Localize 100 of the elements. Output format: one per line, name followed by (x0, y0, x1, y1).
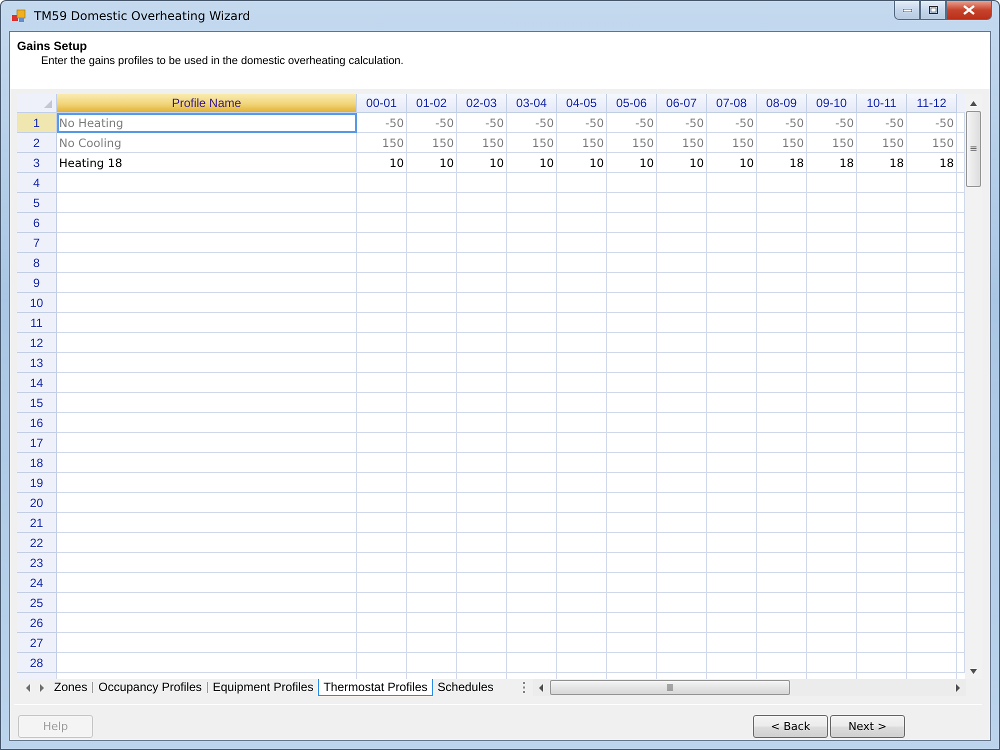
empty-cell[interactable] (757, 193, 807, 213)
empty-cell[interactable] (907, 233, 957, 253)
empty-cell[interactable] (707, 313, 757, 333)
row-header[interactable]: 3 (17, 153, 57, 173)
row-header[interactable]: 23 (17, 553, 57, 573)
empty-cell[interactable] (557, 333, 607, 353)
sheet-tab[interactable]: Zones (49, 679, 92, 696)
empty-cell[interactable] (407, 173, 457, 193)
empty-cell[interactable] (407, 273, 457, 293)
empty-cell[interactable] (657, 533, 707, 553)
empty-cell[interactable] (457, 413, 507, 433)
empty-cell[interactable] (707, 273, 757, 293)
empty-cell[interactable] (757, 233, 807, 253)
empty-cell[interactable] (407, 293, 457, 313)
empty-cell[interactable] (457, 293, 507, 313)
empty-cell[interactable] (557, 413, 607, 433)
empty-cell[interactable] (757, 273, 807, 293)
empty-cell[interactable] (857, 373, 907, 393)
empty-cell[interactable] (357, 413, 407, 433)
empty-cell[interactable] (607, 633, 657, 653)
empty-cell[interactable] (707, 293, 757, 313)
empty-cell[interactable] (557, 633, 607, 653)
empty-cell[interactable] (907, 213, 957, 233)
empty-cell[interactable] (707, 613, 757, 633)
empty-cell[interactable] (807, 433, 857, 453)
empty-cell[interactable] (407, 373, 457, 393)
row-header[interactable]: 24 (17, 573, 57, 593)
empty-cell[interactable] (807, 553, 857, 573)
empty-cell[interactable] (607, 353, 657, 373)
empty-cell[interactable] (507, 493, 557, 513)
empty-cell[interactable] (857, 653, 907, 673)
empty-cell[interactable] (857, 553, 907, 573)
empty-cell[interactable] (907, 473, 957, 493)
empty-cell[interactable] (457, 573, 507, 593)
row-header[interactable]: 27 (17, 633, 57, 653)
table-cell[interactable]: 150 (507, 133, 557, 153)
empty-cell[interactable] (607, 513, 657, 533)
table-cell[interactable]: 150 (907, 133, 957, 153)
empty-cell[interactable] (907, 573, 957, 593)
scroll-thumb[interactable] (550, 680, 790, 695)
empty-cell[interactable] (657, 233, 707, 253)
empty-cell[interactable] (507, 273, 557, 293)
empty-cell[interactable] (507, 333, 557, 353)
empty-cell[interactable] (457, 313, 507, 333)
empty-cell[interactable] (657, 213, 707, 233)
empty-cell[interactable] (657, 513, 707, 533)
table-cell[interactable]: No Cooling (57, 133, 357, 153)
empty-cell[interactable] (857, 393, 907, 413)
empty-cell[interactable] (407, 473, 457, 493)
empty-cell[interactable] (707, 413, 757, 433)
empty-cell[interactable] (857, 353, 907, 373)
empty-cell[interactable] (507, 293, 557, 313)
column-header[interactable]: 02-03 (457, 94, 507, 113)
empty-cell[interactable] (507, 453, 557, 473)
empty-cell[interactable] (607, 413, 657, 433)
empty-cell[interactable] (907, 653, 957, 673)
table-cell[interactable]: 10 (557, 153, 607, 173)
empty-cell[interactable] (457, 333, 507, 353)
column-header[interactable]: 00-01 (357, 94, 407, 113)
empty-cell[interactable] (657, 353, 707, 373)
empty-cell[interactable] (507, 353, 557, 373)
empty-cell[interactable] (407, 553, 457, 573)
table-cell[interactable]: Heating 18 (57, 153, 357, 173)
row-header[interactable]: 2 (17, 133, 57, 153)
empty-cell[interactable] (557, 653, 607, 673)
empty-cell[interactable] (407, 513, 457, 533)
empty-cell[interactable] (857, 593, 907, 613)
row-header[interactable]: 28 (17, 653, 57, 673)
empty-cell[interactable] (907, 273, 957, 293)
empty-cell[interactable] (657, 613, 707, 633)
empty-cell[interactable] (407, 313, 457, 333)
row-header[interactable]: 7 (17, 233, 57, 253)
row-header[interactable]: 15 (17, 393, 57, 413)
empty-cell[interactable] (507, 633, 557, 653)
empty-cell[interactable] (457, 393, 507, 413)
empty-cell[interactable] (757, 513, 807, 533)
empty-cell[interactable] (357, 533, 407, 553)
empty-cell[interactable] (857, 573, 907, 593)
empty-cell[interactable] (907, 493, 957, 513)
empty-cell[interactable] (557, 353, 607, 373)
table-cell[interactable]: 10 (707, 153, 757, 173)
table-cell[interactable]: -50 (807, 113, 857, 133)
table-cell[interactable]: 10 (457, 153, 507, 173)
empty-cell[interactable] (757, 493, 807, 513)
empty-cell[interactable] (357, 553, 407, 573)
row-header[interactable]: 4 (17, 173, 57, 193)
empty-cell[interactable] (807, 613, 857, 633)
empty-cell[interactable] (907, 253, 957, 273)
empty-cell[interactable] (507, 433, 557, 453)
table-cell[interactable]: -50 (757, 113, 807, 133)
sheet-tab[interactable]: Schedules (432, 679, 499, 696)
row-header[interactable]: 10 (17, 293, 57, 313)
table-cell[interactable]: 150 (407, 133, 457, 153)
empty-cell[interactable] (557, 553, 607, 573)
empty-cell[interactable] (907, 513, 957, 533)
empty-cell[interactable] (407, 653, 457, 673)
wizard-button[interactable]: < Back (753, 715, 828, 738)
empty-cell[interactable] (557, 453, 607, 473)
empty-cell[interactable] (807, 473, 857, 493)
empty-cell[interactable] (707, 333, 757, 353)
